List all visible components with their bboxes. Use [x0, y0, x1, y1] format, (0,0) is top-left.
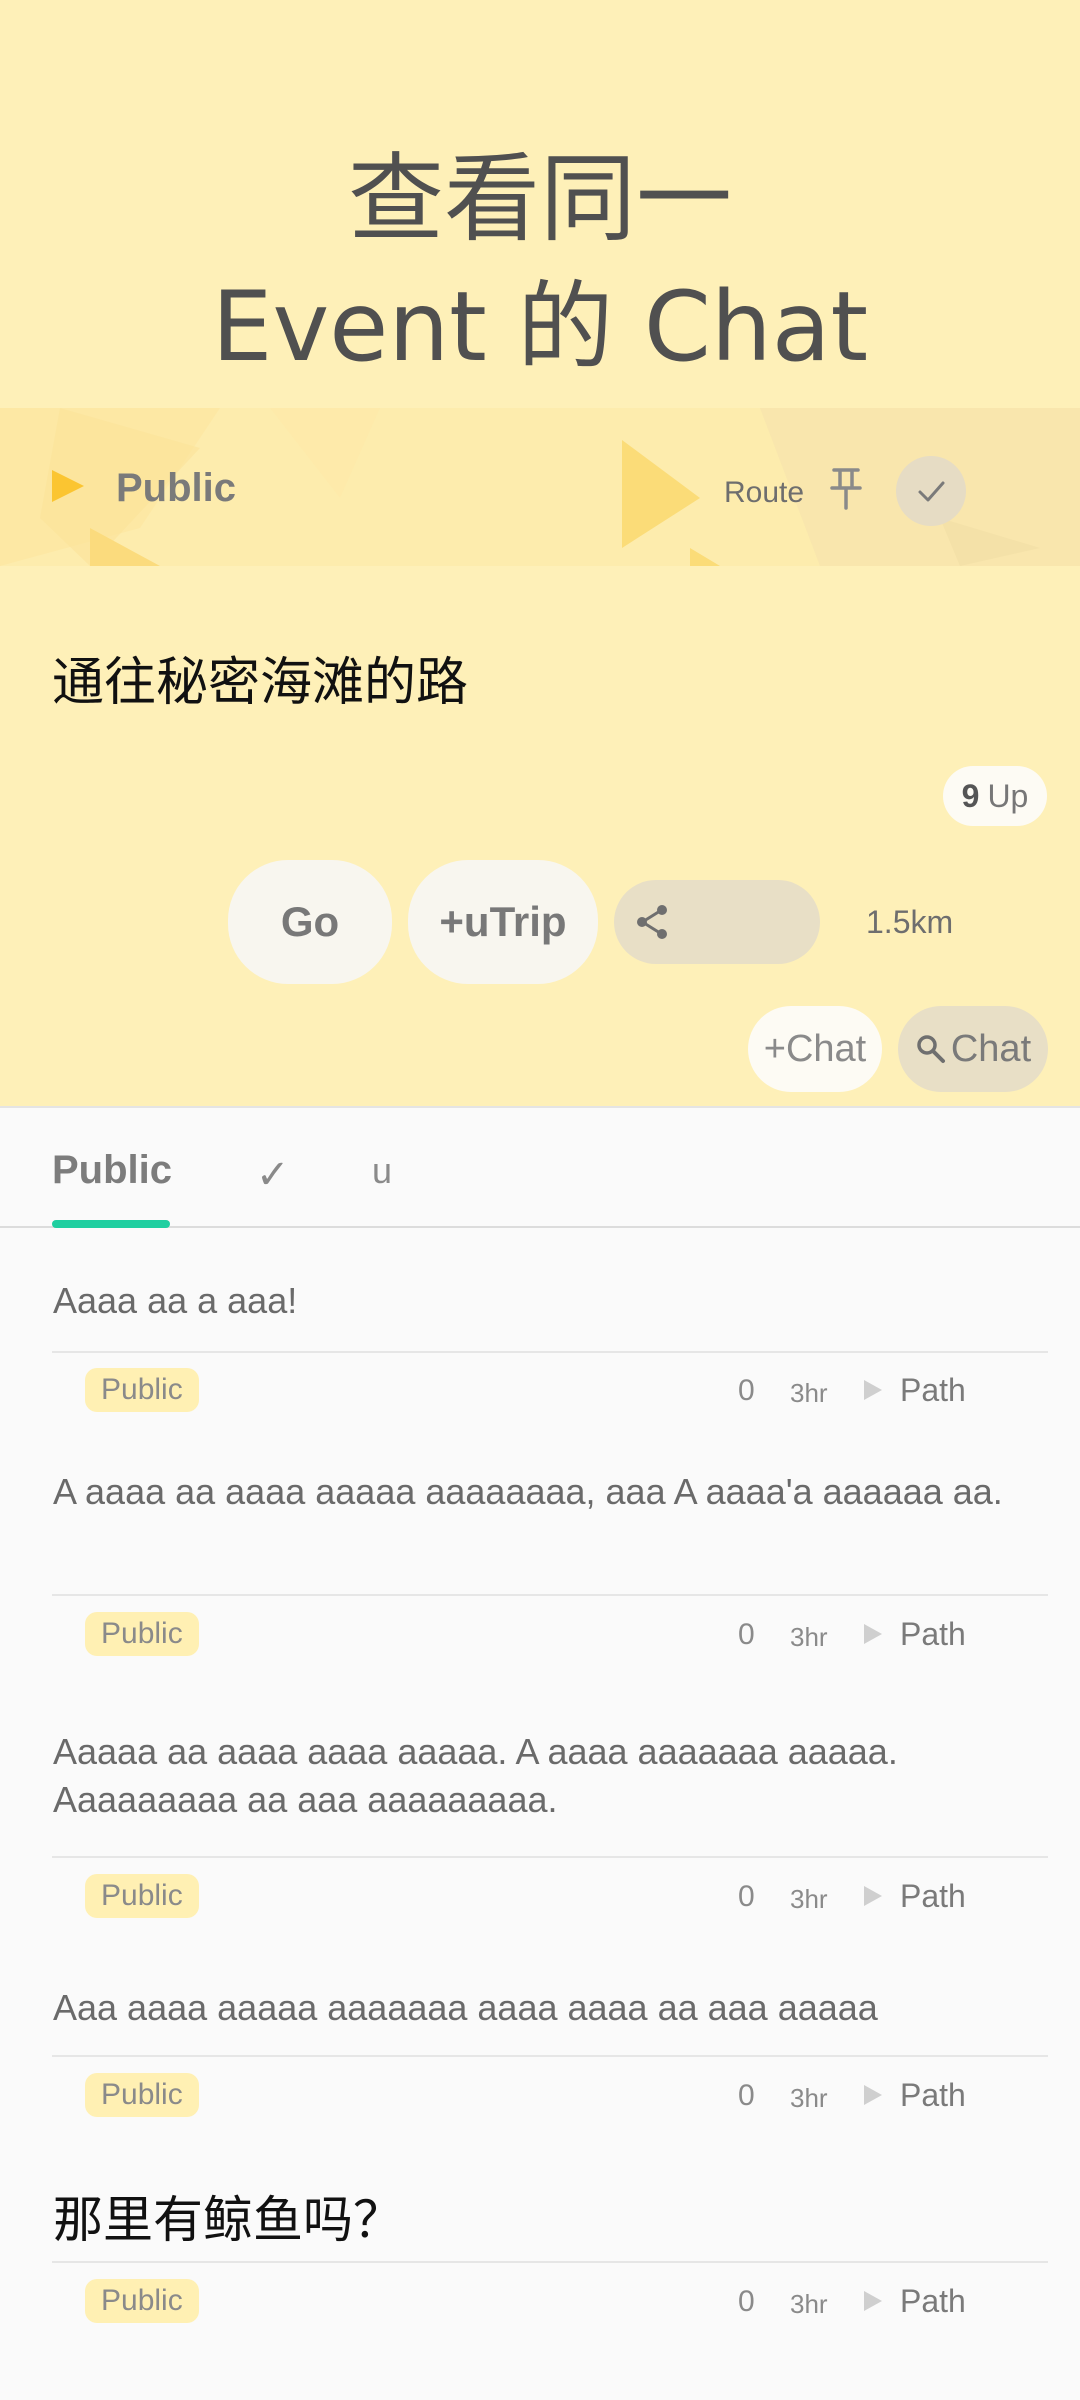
share-icon: [637, 905, 667, 939]
chat-message-text[interactable]: Aaaa aa a aaa!: [53, 1277, 1043, 1325]
chat-message-meta: Public 0 3hr Path: [52, 1872, 1048, 1922]
reply-count: 0: [738, 1374, 755, 1407]
chat-message-text[interactable]: A aaaa aa aaaa aaaaa aaaaaaaa, aaa A aaa…: [53, 1468, 1043, 1516]
share-button[interactable]: [614, 880, 820, 964]
upvote-badge[interactable]: 9 Up: [943, 766, 1047, 826]
chat-message-text[interactable]: Aaa aaaa aaaaa aaaaaaa aaaa aaaa aa aaa …: [53, 1984, 1043, 2032]
reply-count: 0: [738, 1618, 755, 1651]
play-triangle-icon: [52, 470, 84, 502]
pin-icon[interactable]: [826, 466, 866, 510]
promo-title-line1: 查看同一: [348, 143, 732, 255]
play-icon: [864, 1624, 882, 1644]
play-icon: [864, 1380, 882, 1400]
active-tab-indicator: [52, 1220, 170, 1228]
tab-u[interactable]: u: [372, 1150, 392, 1192]
visibility-tag: Public: [85, 1874, 199, 1918]
promo-title-line2: Event 的 Chat: [211, 271, 869, 383]
go-button[interactable]: Go: [228, 860, 392, 984]
divider: [52, 1594, 1048, 1596]
chat-message-meta: Public 0 3hr Path: [52, 2277, 1048, 2327]
timestamp: 3hr: [790, 1622, 828, 1652]
add-chat-button[interactable]: +Chat: [748, 1006, 882, 1092]
promo-title: 查看同一 Event 的 Chat: [0, 135, 1080, 391]
banner-visibility-label: Public: [116, 466, 237, 510]
visibility-tag: Public: [85, 2073, 199, 2117]
divider: [52, 1856, 1048, 1858]
chat-message-text[interactable]: Aaaaa aa aaaa aaaa aaaaa. A aaaa aaaaaaa…: [53, 1728, 1043, 1824]
path-link[interactable]: Path: [900, 1878, 966, 1915]
chat-message-text[interactable]: 那里有鲸鱼吗？: [53, 2195, 1043, 2245]
reply-count: 0: [738, 1880, 755, 1913]
upvote-label: Up: [987, 777, 1029, 814]
tab-checked[interactable]: ✓: [256, 1152, 290, 1198]
divider: [52, 1351, 1048, 1353]
path-link[interactable]: Path: [900, 2283, 966, 2320]
play-icon: [864, 2085, 882, 2105]
divider: [52, 2055, 1048, 2057]
search-chat-button[interactable]: Chat: [898, 1006, 1048, 1092]
reply-count: 0: [738, 2079, 755, 2112]
visibility-tag: Public: [85, 1612, 199, 1656]
search-chat-label: Chat: [950, 1027, 1032, 1070]
chat-tabs: Public ✓ u: [0, 1106, 1080, 1228]
add-trip-button[interactable]: +uTrip: [408, 860, 598, 984]
check-icon: [918, 481, 945, 502]
route-banner[interactable]: Public Route: [0, 408, 1080, 566]
upvote-count: 9: [961, 777, 980, 814]
path-link[interactable]: Path: [900, 1616, 966, 1653]
chat-message-meta: Public 0 3hr Path: [52, 1610, 1048, 1660]
timestamp: 3hr: [790, 1884, 828, 1914]
reply-count: 0: [738, 2285, 755, 2318]
tab-public[interactable]: Public: [52, 1148, 172, 1193]
path-link[interactable]: Path: [900, 1372, 966, 1409]
search-icon: [917, 1035, 945, 1063]
timestamp: 3hr: [790, 2289, 828, 2319]
chat-message-meta: Public 0 3hr Path: [52, 2071, 1048, 2121]
path-link[interactable]: Path: [900, 2077, 966, 2114]
timestamp: 3hr: [790, 2083, 828, 2113]
mark-done-button[interactable]: [896, 456, 966, 526]
play-icon: [864, 1886, 882, 1906]
visibility-tag: Public: [85, 2279, 199, 2323]
play-icon: [864, 2291, 882, 2311]
chat-message-meta: Public 0 3hr Path: [52, 1366, 1048, 1416]
distance-label: 1.5km: [866, 904, 954, 940]
divider: [52, 2261, 1048, 2263]
timestamp: 3hr: [790, 1378, 828, 1408]
route-label[interactable]: Route: [724, 476, 804, 510]
visibility-tag: Public: [85, 1368, 199, 1412]
event-header: 查看同一 Event 的 Chat Public Route 通往秘密海滩的路: [0, 0, 1080, 1106]
event-title: 通往秘密海滩的路: [52, 653, 469, 713]
